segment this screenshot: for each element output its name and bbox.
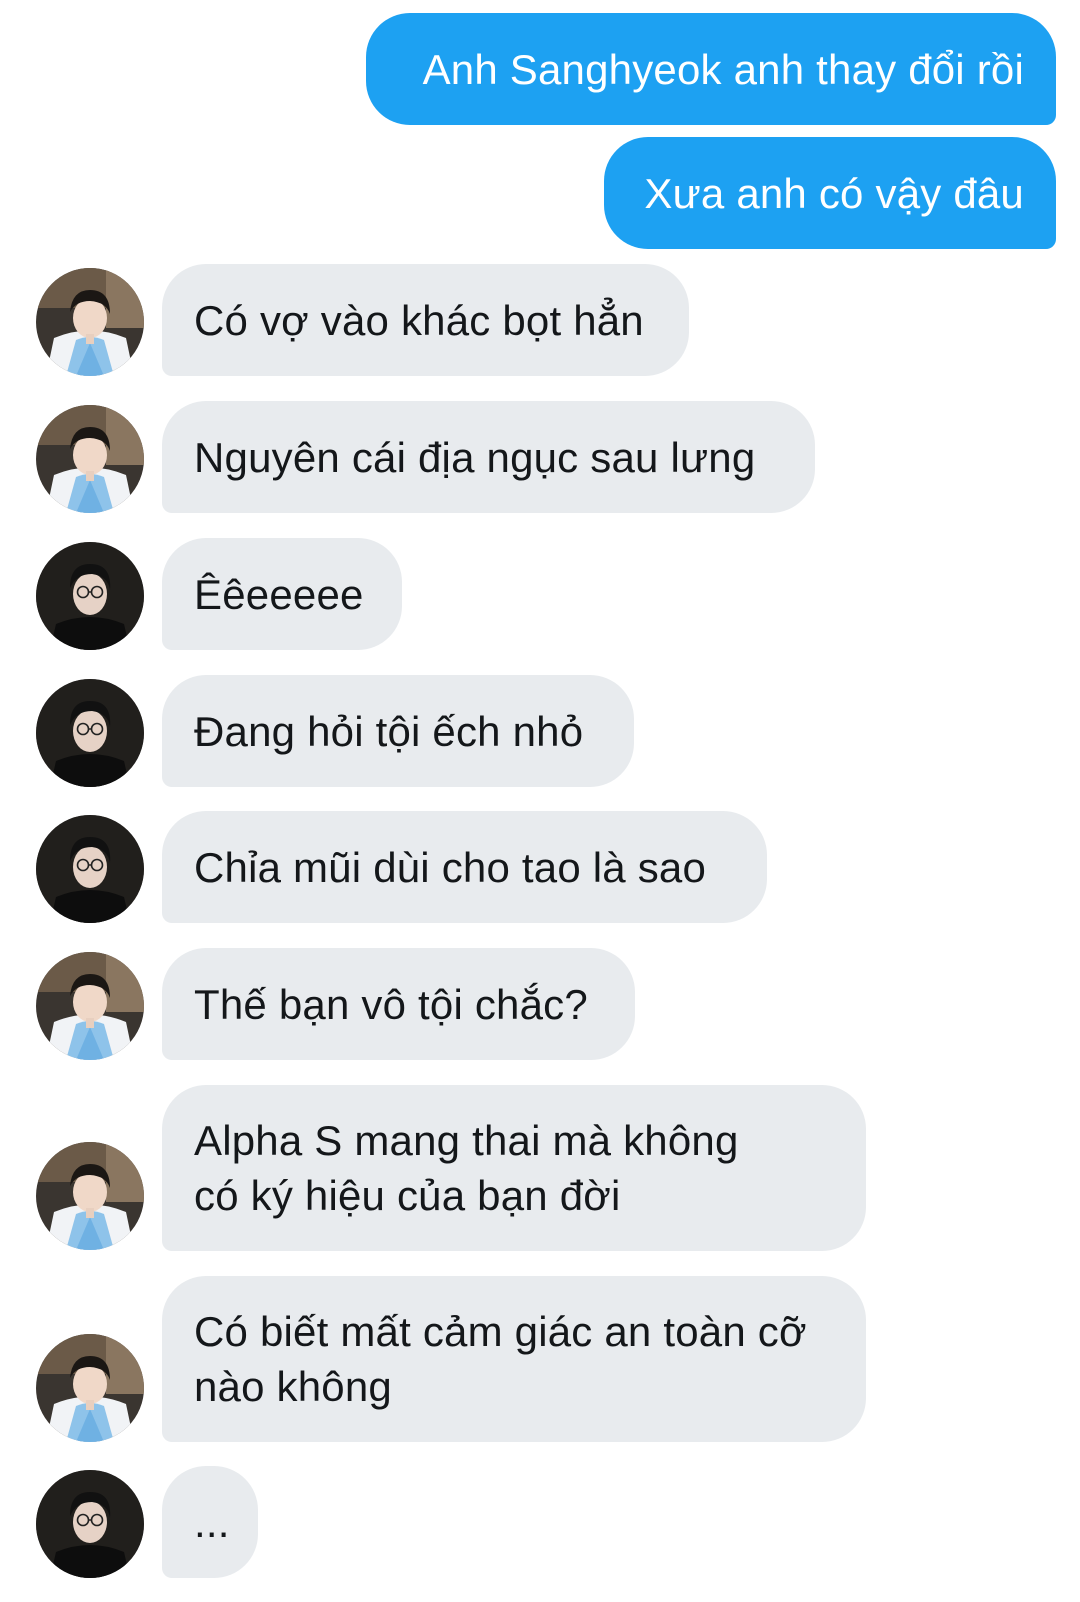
incoming-message-bubble[interactable]: Alpha S mang thai mà không có ký hiệu củ…	[162, 1085, 866, 1251]
incoming-message-bubble[interactable]: Chỉa mũi dùi cho tao là sao	[162, 811, 767, 923]
message-text: Chỉa mũi dùi cho tao là sao	[194, 843, 707, 891]
incoming-message-bubble[interactable]: ...	[162, 1466, 258, 1578]
message-text: Thế bạn vô tội chắc?	[194, 980, 588, 1028]
hanbok-avatar[interactable]	[36, 952, 144, 1060]
dark-glasses-avatar[interactable]	[36, 1470, 144, 1578]
message-text: Xưa anh có vậy đâu	[644, 169, 1024, 217]
incoming-message-bubble[interactable]: Thế bạn vô tội chắc?	[162, 948, 635, 1060]
message-text: Đang hỏi tội ếch nhỏ	[194, 707, 584, 755]
incoming-message-bubble[interactable]: Đang hỏi tội ếch nhỏ	[162, 675, 634, 787]
message-text: ...	[194, 1498, 230, 1546]
message-text: Có vợ vào khác bọt hẳn	[194, 296, 644, 344]
hanbok-avatar[interactable]	[36, 268, 144, 376]
outgoing-message-bubble[interactable]: Xưa anh có vậy đâu	[604, 137, 1056, 249]
hanbok-avatar[interactable]	[36, 1334, 144, 1442]
dark-glasses-avatar[interactable]	[36, 679, 144, 787]
incoming-message-bubble[interactable]: Có vợ vào khác bọt hẳn	[162, 264, 689, 376]
message-text: Anh Sanghyeok anh thay đổi rồi	[422, 45, 1024, 93]
message-text: Alpha S mang thai mà không có ký hiệu củ…	[194, 1117, 739, 1219]
incoming-message-bubble[interactable]: Có biết mất cảm giác an toàn cỡ nào khôn…	[162, 1276, 866, 1442]
hanbok-avatar[interactable]	[36, 1142, 144, 1250]
outgoing-message-bubble[interactable]: Anh Sanghyeok anh thay đổi rồi	[366, 13, 1056, 125]
hanbok-avatar[interactable]	[36, 405, 144, 513]
incoming-message-bubble[interactable]: Nguyên cái địa ngục sau lưng	[162, 401, 815, 513]
message-text: Êêeeeee	[194, 570, 364, 618]
chat-thread: Anh Sanghyeok anh thay đổi rồi Xưa anh c…	[0, 0, 1080, 1602]
incoming-message-bubble[interactable]: Êêeeeee	[162, 538, 402, 650]
message-text: Nguyên cái địa ngục sau lưng	[194, 433, 756, 481]
message-text: Có biết mất cảm giác an toàn cỡ nào khôn…	[194, 1308, 807, 1410]
dark-glasses-avatar[interactable]	[36, 815, 144, 923]
dark-glasses-avatar[interactable]	[36, 542, 144, 650]
